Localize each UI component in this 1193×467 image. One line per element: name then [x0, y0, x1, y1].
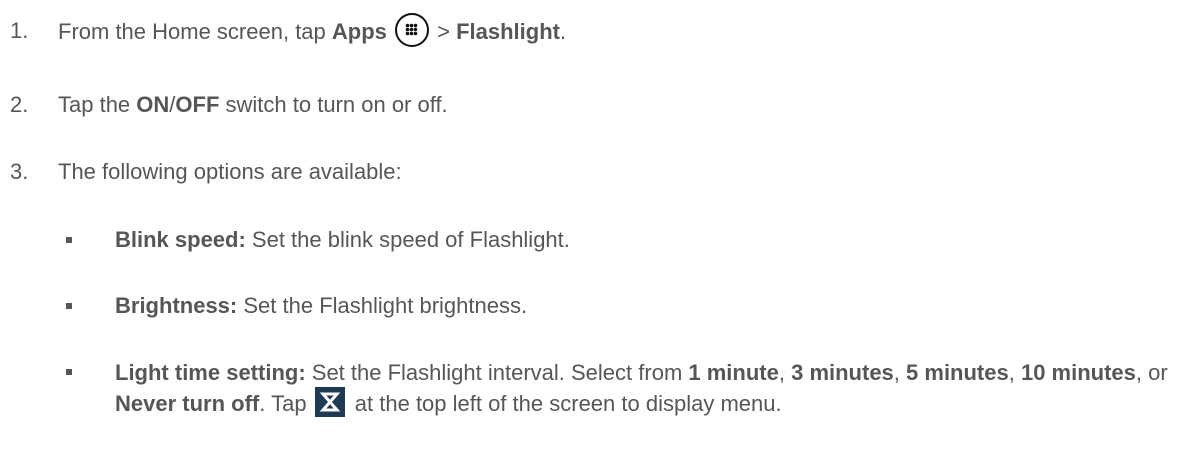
hourglass-icon	[314, 387, 345, 418]
step-text: The following options are available:	[58, 159, 402, 184]
bullet-square-icon	[66, 237, 72, 243]
option-text: Brightness: Set the Flashlight brightnes…	[115, 293, 528, 318]
step-number: 3.	[10, 159, 29, 184]
step-text: From the Home screen, tap Apps > Flashli…	[58, 13, 566, 50]
step-number: 2.	[10, 92, 29, 117]
step-number: 1.	[10, 18, 29, 43]
step-text: Tap the ON/OFF switch to turn on or off.	[58, 92, 448, 117]
option-text: Light time setting: Set the Flashlight i…	[115, 360, 1168, 418]
option-text: Blink speed: Set the blink speed of Flas…	[115, 227, 570, 252]
apps-grid-icon	[395, 13, 430, 47]
bullet-square-icon	[66, 369, 72, 375]
bullet-square-icon	[66, 303, 72, 309]
